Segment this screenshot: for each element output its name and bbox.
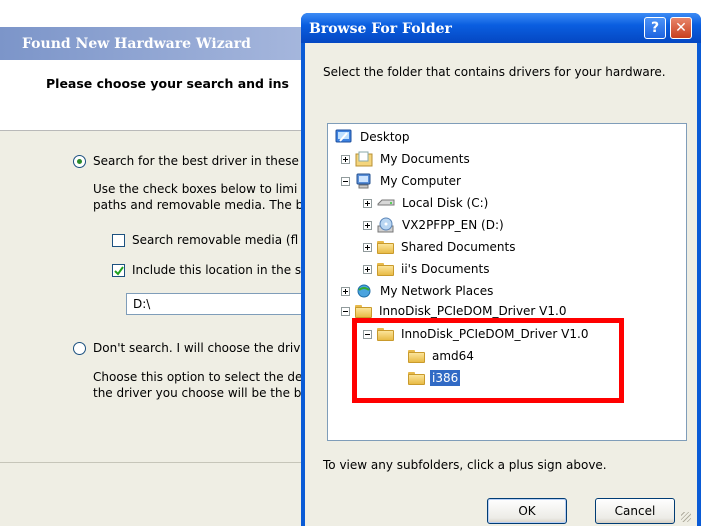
option-dont-label: Don't search. I will choose the driv bbox=[93, 341, 301, 355]
my-documents-icon bbox=[355, 151, 373, 167]
expand-icon[interactable] bbox=[341, 154, 350, 164]
tree-label: ii's Documents bbox=[401, 262, 490, 276]
tree-label: VX2PFPP_EN (D:) bbox=[402, 218, 504, 232]
browse-for-folder-dialog: Browse For Folder ? ✕ Select the folder … bbox=[301, 13, 701, 526]
wizard-separator bbox=[0, 462, 310, 463]
checkmark-icon bbox=[114, 266, 124, 276]
desktop-icon bbox=[335, 129, 353, 145]
check-removable-label: Search removable media (fl bbox=[132, 233, 299, 247]
radio-search-best-driver[interactable] bbox=[73, 155, 86, 168]
folder-icon bbox=[377, 240, 394, 254]
option-dont-desc-2: the driver you choose will be the b bbox=[93, 386, 302, 400]
dialog-title: Browse For Folder bbox=[309, 21, 452, 37]
wizard-titlebar: Found New Hardware Wizard bbox=[0, 27, 310, 60]
expand-icon[interactable] bbox=[341, 286, 350, 296]
folder-icon bbox=[355, 304, 372, 318]
expand-icon[interactable] bbox=[363, 242, 372, 252]
highlight-box bbox=[352, 318, 624, 403]
dialog-titlebar[interactable]: Browse For Folder ? ✕ bbox=[301, 13, 701, 43]
option-search-desc-1: Use the check boxes below to limi bbox=[93, 182, 298, 196]
tree-item-my-documents[interactable]: My Documents bbox=[341, 149, 472, 169]
wizard-header: Please choose your search and ins bbox=[0, 60, 310, 131]
tree-label: Desktop bbox=[360, 130, 410, 144]
option-search-desc-2: paths and removable media. The b bbox=[93, 198, 304, 212]
tree-label: My Documents bbox=[380, 152, 470, 166]
tree-item-my-computer[interactable]: My Computer bbox=[341, 171, 463, 191]
collapse-icon[interactable] bbox=[341, 306, 350, 316]
wizard-title: Found New Hardware Wizard bbox=[22, 36, 251, 52]
collapse-icon[interactable] bbox=[341, 176, 350, 186]
option-search-label: Search for the best driver in these bbox=[93, 154, 299, 168]
tree-label: My Network Places bbox=[380, 284, 494, 298]
cd-drive-icon bbox=[377, 217, 395, 233]
tree-label: InnoDisk_PCIeDOM_Driver V1.0 bbox=[379, 304, 567, 318]
check-include-label: Include this location in the s bbox=[132, 263, 302, 277]
dialog-description: Select the folder that contains drivers … bbox=[323, 65, 666, 79]
tree-item-local-disk[interactable]: Local Disk (C:) bbox=[363, 193, 490, 213]
cancel-button[interactable]: Cancel bbox=[595, 498, 675, 524]
folder-icon bbox=[377, 262, 394, 276]
wizard-header-text: Please choose your search and ins bbox=[46, 76, 289, 91]
dialog-hint: To view any subfolders, click a plus sig… bbox=[323, 458, 607, 472]
option-dont-desc-1: Choose this option to select the de bbox=[93, 370, 303, 384]
tree-label: Shared Documents bbox=[401, 240, 516, 254]
resize-grip-icon[interactable] bbox=[681, 512, 691, 522]
my-computer-icon bbox=[355, 173, 373, 189]
dialog-client-area: Select the folder that contains drivers … bbox=[305, 43, 697, 526]
local-disk-icon bbox=[377, 195, 395, 211]
ok-button[interactable]: OK bbox=[487, 498, 567, 524]
location-input[interactable]: D:\ bbox=[126, 293, 316, 315]
close-button[interactable]: ✕ bbox=[670, 17, 692, 39]
tree-item-shared-documents[interactable]: Shared Documents bbox=[363, 237, 517, 257]
checkbox-removable-media[interactable] bbox=[112, 234, 125, 247]
expand-icon[interactable] bbox=[363, 264, 372, 274]
expand-icon[interactable] bbox=[363, 220, 372, 230]
help-button[interactable]: ? bbox=[644, 17, 666, 39]
network-places-icon bbox=[355, 283, 373, 299]
tree-item-iis-documents[interactable]: ii's Documents bbox=[363, 259, 491, 279]
tree-item-my-network-places[interactable]: My Network Places bbox=[341, 281, 495, 301]
tree-item-desktop[interactable]: Desktop bbox=[335, 127, 412, 147]
tree-label: My Computer bbox=[380, 174, 461, 188]
expand-icon[interactable] bbox=[363, 198, 372, 208]
checkbox-include-location[interactable] bbox=[112, 264, 125, 277]
tree-item-cd-drive[interactable]: VX2PFPP_EN (D:) bbox=[363, 215, 506, 235]
radio-dont-search[interactable] bbox=[73, 342, 86, 355]
tree-label: Local Disk (C:) bbox=[402, 196, 489, 210]
